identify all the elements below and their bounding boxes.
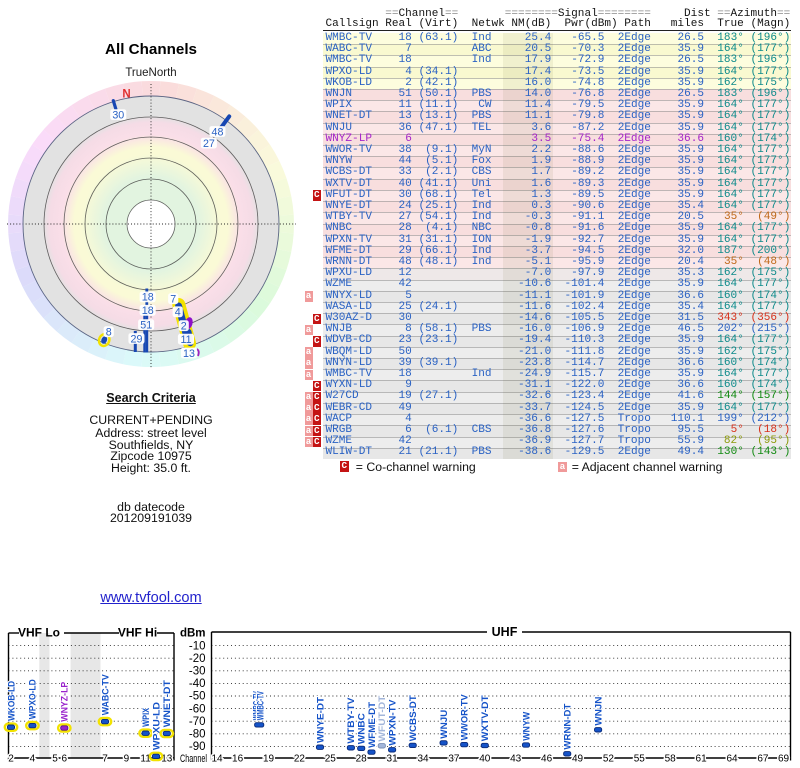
svg-text:6: 6 (62, 753, 68, 764)
svg-text:51: 51 (140, 320, 152, 332)
svg-text:40: 40 (479, 753, 491, 764)
svg-text:8: 8 (106, 327, 112, 339)
svg-text:9: 9 (124, 753, 130, 764)
svg-text:-10: -10 (189, 640, 206, 652)
svg-text:28: 28 (356, 753, 368, 764)
svg-text:27: 27 (203, 138, 215, 150)
svg-text:-80: -80 (189, 729, 206, 741)
svg-text:WNJN: WNJN (593, 696, 604, 725)
svg-text:WPXU-LD: WPXU-LD (151, 702, 162, 750)
svg-text:61: 61 (696, 753, 708, 764)
svg-text:5: 5 (52, 753, 58, 764)
svg-text:-30: -30 (189, 666, 206, 678)
svg-text:31: 31 (387, 753, 399, 764)
svg-text:11: 11 (180, 334, 191, 346)
svg-text:WNYW: WNYW (521, 712, 532, 741)
svg-text:dBm: dBm (180, 628, 206, 640)
svg-text:UHF: UHF (492, 625, 518, 639)
svg-text:34: 34 (417, 753, 429, 764)
svg-text:13: 13 (183, 348, 195, 360)
svg-text:WNJU: WNJU (439, 710, 450, 739)
svg-text:WCBS-DT: WCBS-DT (408, 695, 419, 741)
svg-text:19: 19 (263, 753, 275, 764)
svg-text:WPXN-TV: WPXN-TV (387, 699, 398, 746)
svg-text:-40: -40 (189, 678, 206, 690)
svg-text:WNYE-DT: WNYE-DT (315, 697, 326, 743)
svg-text:WMBC-TV: WMBC-TV (255, 691, 266, 720)
svg-text:Channel: Channel (180, 753, 207, 765)
svg-text:WWOR-TV: WWOR-TV (460, 694, 471, 741)
svg-text:18: 18 (142, 305, 154, 317)
svg-text:-60: -60 (189, 703, 206, 715)
svg-text:VHF Lo: VHF Lo (18, 626, 60, 640)
svg-text:7: 7 (102, 753, 108, 764)
svg-text:4: 4 (175, 307, 181, 319)
svg-text:VHF Hi: VHF Hi (118, 626, 157, 640)
svg-text:2: 2 (181, 321, 187, 333)
svg-text:46: 46 (541, 753, 553, 764)
svg-text:25: 25 (325, 753, 337, 764)
svg-text:52: 52 (603, 753, 615, 764)
svg-text:N: N (122, 88, 130, 100)
svg-text:58: 58 (665, 753, 677, 764)
svg-text:43: 43 (510, 753, 522, 764)
svg-text:22: 22 (294, 753, 306, 764)
svg-text:-70: -70 (189, 716, 206, 728)
svg-text:-20: -20 (189, 653, 206, 665)
svg-text:WPIX: WPIX (141, 707, 152, 727)
svg-text:30: 30 (112, 109, 124, 121)
svg-text:67: 67 (757, 753, 769, 764)
svg-text:WNYZ-LP: WNYZ-LP (60, 681, 71, 722)
svg-text:48: 48 (212, 126, 224, 138)
svg-text:WKOB-LD: WKOB-LD (6, 681, 17, 721)
svg-text:4: 4 (30, 753, 36, 764)
svg-text:WPXO-LD: WPXO-LD (28, 679, 39, 719)
svg-text:14: 14 (211, 753, 223, 764)
svg-text:16: 16 (232, 753, 244, 764)
svg-text:49: 49 (572, 753, 584, 764)
svg-text:69: 69 (778, 753, 790, 764)
svg-text:2: 2 (8, 753, 14, 764)
svg-text:-90: -90 (189, 741, 206, 753)
svg-text:WXTV-DT: WXTV-DT (480, 695, 491, 741)
svg-text:55: 55 (634, 753, 646, 764)
svg-text:18: 18 (142, 292, 154, 304)
svg-text:37: 37 (448, 753, 460, 764)
svg-text:-50: -50 (189, 691, 206, 703)
svg-text:WABC-TV: WABC-TV (100, 674, 111, 716)
svg-text:29: 29 (131, 333, 143, 345)
svg-text:WRNN-DT: WRNN-DT (563, 703, 574, 749)
svg-text:WNET-DT: WNET-DT (162, 680, 173, 727)
svg-text:64: 64 (726, 753, 738, 764)
svg-text:7: 7 (170, 294, 176, 306)
